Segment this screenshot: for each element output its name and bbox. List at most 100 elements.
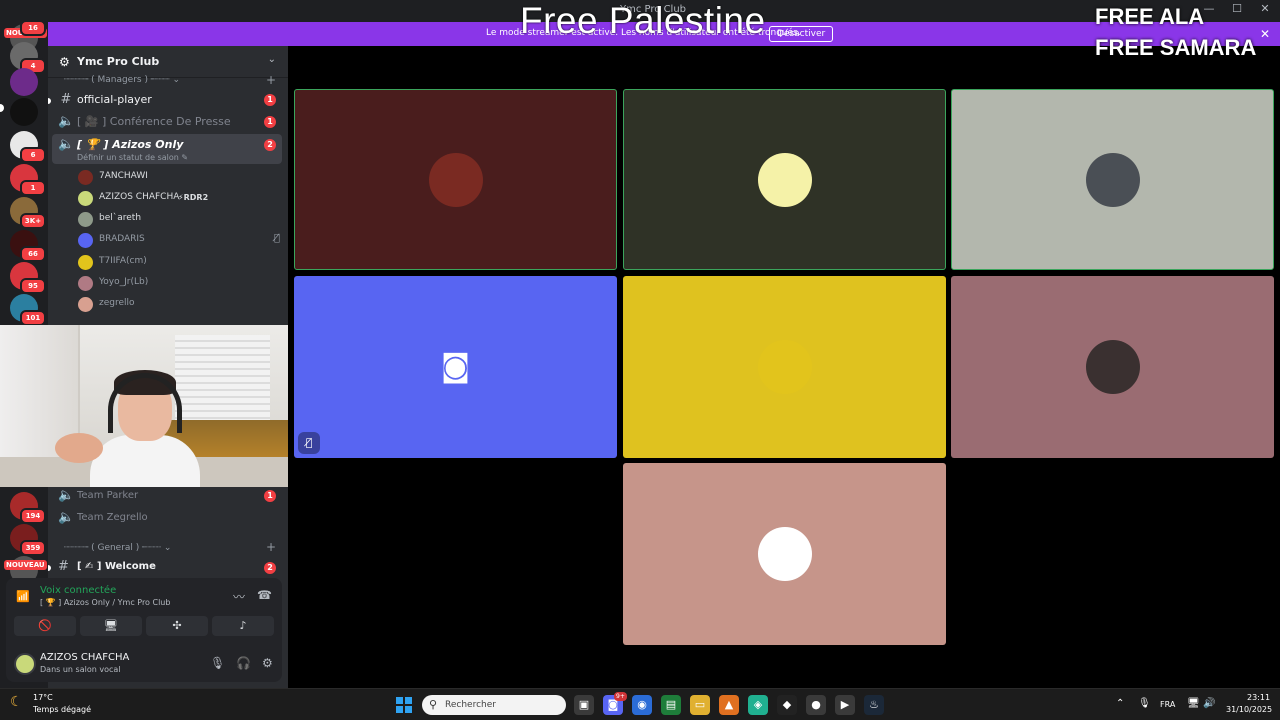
server-icon-9[interactable]: 95	[10, 262, 46, 294]
voice-location[interactable]: [ 🏆 ] Azizos Only / Ymc Pro Club	[40, 598, 170, 607]
channel-team-parker[interactable]: 🔈 Team Parker 1	[52, 485, 282, 507]
participant-tile[interactable]	[951, 276, 1274, 458]
media-player-icon[interactable]: ▶	[835, 695, 855, 715]
weather-condition[interactable]: Temps dégagé	[33, 705, 91, 714]
channel-azizos-only[interactable]: 🔈 [ 🏆 ] Azizos Only Définir un statut de…	[52, 134, 282, 164]
server-badge: 66	[20, 246, 46, 262]
speaker-icon: 🔈	[58, 114, 75, 129]
participant-tile[interactable]	[623, 89, 946, 270]
steam-icon[interactable]: ♨	[864, 695, 884, 715]
headphones-icon[interactable]: 🎧	[236, 656, 251, 670]
camera-off-button[interactable]: 🚫	[14, 616, 76, 636]
server-badge: 359	[20, 540, 46, 556]
soundboard-button[interactable]: ♪	[212, 616, 274, 636]
discord-taskbar-icon[interactable]: ◙ 9+	[603, 692, 627, 715]
channel-conference[interactable]: 🔈 [ 🎥 ] Conférence De Presse 1	[52, 111, 282, 133]
server-header[interactable]: ⚙ Ymc Pro Club ⌄	[48, 46, 288, 78]
taskbar-search[interactable]: ⚲ Rechercher	[422, 695, 566, 715]
voice-user[interactable]: AZIZOS CHAFCHA ⚡RDR2	[78, 189, 278, 209]
participant-tile[interactable]	[294, 89, 617, 270]
taskbar: ☾ 17°C Temps dégagé ⚲ Rechercher ▣ ◙ 9+ ◉…	[0, 688, 1280, 720]
weather-temp[interactable]: 17°C	[33, 693, 53, 702]
user-name: AZIZOS CHAFCHA	[40, 652, 130, 663]
server-icon-5[interactable]: 6	[10, 131, 46, 163]
maximize-icon[interactable]: ☐	[1230, 2, 1244, 15]
server-icon-6[interactable]: 1	[10, 164, 46, 196]
screen-share-button[interactable]: 🖥	[80, 616, 142, 636]
task-view-icon[interactable]: ▣	[574, 695, 594, 715]
participant-tile[interactable]	[623, 463, 946, 645]
streamer-hand	[55, 433, 103, 463]
server-icon-12[interactable]: 359	[10, 524, 46, 556]
disconnect-icon[interactable]: ☎	[257, 588, 272, 602]
avatar	[78, 170, 93, 185]
banner-close-icon[interactable]: ✕	[1260, 27, 1270, 41]
chevron-down-icon[interactable]: ⌄	[268, 54, 276, 65]
category-managers[interactable]: ┈┈┈┈╴( Managers )╶┈┈┈ ⌄	[64, 75, 180, 85]
voice-user[interactable]: zegrello	[78, 295, 278, 315]
participant-tile[interactable]	[623, 276, 946, 458]
category-label: Managers	[97, 75, 142, 85]
server-icon-10[interactable]: 101	[10, 294, 46, 326]
language-indicator[interactable]: FRA	[1160, 700, 1175, 709]
volume-icon[interactable]: 🔊	[1203, 698, 1215, 709]
participant-tile[interactable]	[951, 89, 1274, 270]
tray-microphone-icon[interactable]: 🎙	[1138, 698, 1151, 709]
hash-icon: #	[60, 92, 72, 107]
channel-name: Team Parker	[77, 490, 139, 501]
clock-date[interactable]: 31/10/2025	[1226, 705, 1272, 714]
avatar	[1085, 152, 1140, 207]
add-channel-icon[interactable]: +	[266, 540, 276, 554]
noise-suppression-icon[interactable]: 〰	[233, 588, 245, 605]
microphone-icon[interactable]: 🎙	[210, 656, 225, 670]
close-window-icon[interactable]: ✕	[1258, 2, 1272, 15]
channel-badge: 2	[264, 139, 276, 151]
category-general[interactable]: ┈┈┈┈╴( General )╶┈┈┈ ⌄	[64, 543, 171, 553]
server-icon-11[interactable]: 194	[10, 492, 46, 524]
network-icon[interactable]: 🖥	[1187, 698, 1200, 709]
add-channel-icon[interactable]: +	[266, 73, 276, 87]
speaker-icon: 🔈	[58, 488, 75, 503]
file-explorer-icon[interactable]: ▭	[690, 695, 710, 715]
channel-team-zegrello[interactable]: 🔈 Team Zegrello	[52, 507, 282, 529]
server-icon-7[interactable]: 3K+	[10, 197, 46, 229]
overlay-free-samara: FREE SAMARA	[1095, 35, 1257, 60]
clock-time[interactable]: 23:11	[1247, 693, 1270, 702]
windows-start-icon[interactable]	[396, 697, 412, 713]
overlay-free-ala: FREE ALA	[1095, 4, 1205, 29]
avatar[interactable]	[14, 653, 36, 675]
channel-status-hint[interactable]: Définir un statut de salon ✎	[77, 153, 188, 162]
server-icon-small: ⚙	[59, 55, 70, 69]
avatar	[78, 212, 93, 227]
avatar	[78, 233, 93, 248]
server-icon-8[interactable]: 66	[10, 230, 46, 262]
voice-user-name: Yoyo_Jr(Lb)	[99, 277, 149, 287]
app-icon-a[interactable]: ▲	[719, 695, 739, 715]
muted-mic-icon: 🎙̸	[273, 233, 280, 244]
voice-connected-panel: 📶 Voix connectée [ 🏆 ] Azizos Only / Ymc…	[6, 578, 282, 682]
participant-tile[interactable]: ◙ 🎙̸	[294, 276, 617, 458]
server-icon-3[interactable]	[10, 68, 38, 96]
moon-icon[interactable]: ☾	[10, 694, 23, 710]
chrome-icon[interactable]: ◉	[632, 695, 652, 715]
activities-button[interactable]: ✣	[146, 616, 208, 636]
server-icon-4[interactable]	[10, 98, 38, 126]
server-icon-2[interactable]: 4	[10, 42, 46, 74]
voice-user[interactable]: T7IIFA(cm)	[78, 253, 278, 273]
voice-user[interactable]: 7ANCHAWI	[78, 168, 278, 188]
disable-streamer-button[interactable]: Désactiver	[769, 26, 834, 42]
app-icon-c[interactable]: ●	[806, 695, 826, 715]
tray-chevron-up-icon[interactable]: ⌃	[1116, 698, 1124, 709]
epic-games-icon[interactable]: ◆	[777, 695, 797, 715]
app-icon-b[interactable]: ◈	[748, 695, 768, 715]
voice-user[interactable]: BRADARIS 🎙̸	[78, 231, 280, 251]
voice-user[interactable]: Yoyo_Jr(Lb)	[78, 274, 278, 294]
channel-official-player[interactable]: # official-player 1	[52, 89, 282, 111]
server-badge: 1	[20, 180, 46, 196]
voice-user-name: T7IIFA(cm)	[99, 256, 147, 266]
settings-gear-icon[interactable]: ⚙	[262, 656, 273, 670]
voice-user[interactable]: bel`areth	[78, 210, 278, 230]
channel-welcome[interactable]: # [ ✍ ] Welcome 2	[52, 557, 282, 579]
xbox-icon[interactable]: ▤	[661, 695, 681, 715]
signal-icon[interactable]: 📶	[16, 590, 30, 603]
